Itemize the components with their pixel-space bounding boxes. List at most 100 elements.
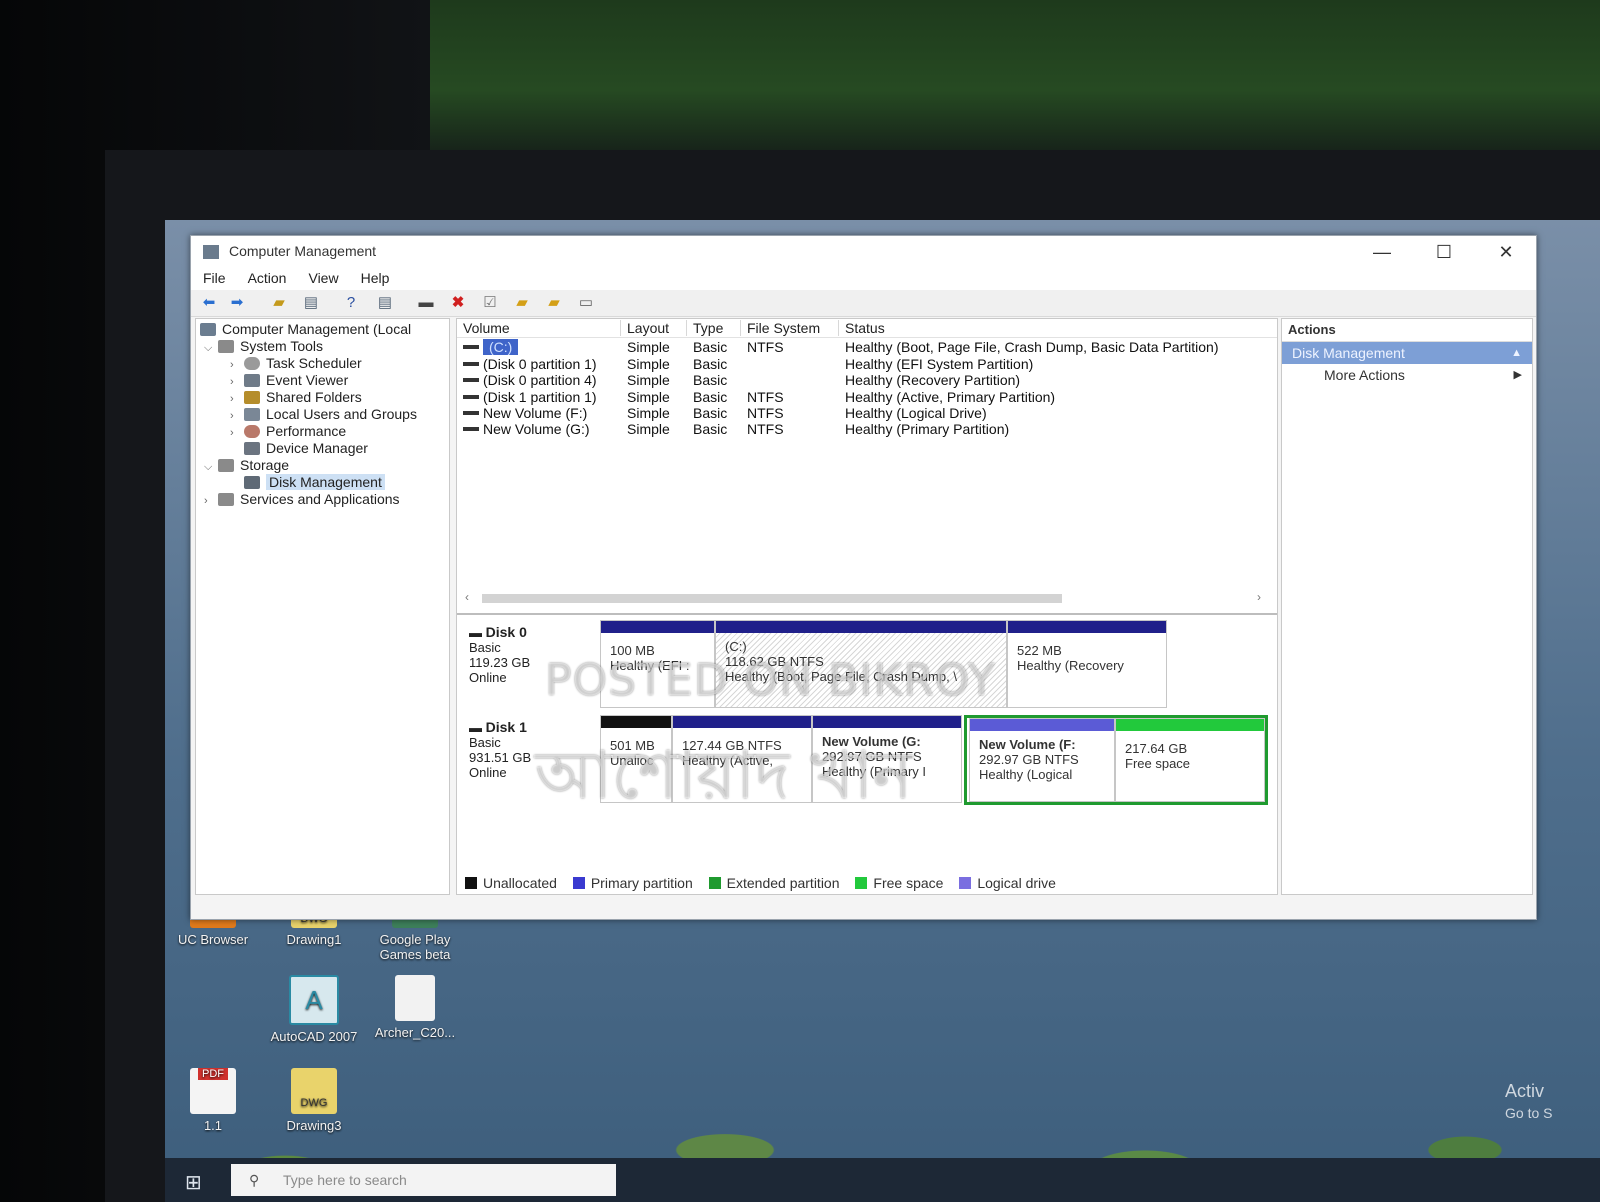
wall-background [430,0,1600,150]
scrollbar-thumb[interactable] [482,594,1062,603]
tree-label: Task Scheduler [266,355,362,371]
desktop-icon-drawing3[interactable]: DWG Drawing3 [268,1068,360,1133]
partition-block[interactable]: 100 MB Healthy (EFI : [600,620,715,708]
actions-disk-management[interactable]: Disk Management ▲ [1282,342,1532,364]
tree-item-device-manager[interactable]: Device Manager [244,440,368,457]
maximize-button[interactable]: ☐ [1413,236,1475,268]
legend-label: Logical drive [977,875,1056,891]
partition-block-selected[interactable]: (C:) 118.62 GB NTFS Healthy (Boot, Page … [715,620,1007,708]
show-hide-tree-icon[interactable]: ▤ [301,294,321,312]
partition-bar [601,716,671,728]
disk-icon[interactable]: ▭ [576,294,596,312]
partition-block[interactable]: 522 MB Healthy (Recovery [1007,620,1167,708]
menu-file[interactable]: File [191,268,236,286]
volume-list-header: Volume Layout Type File System Status [457,319,1277,338]
disk0-info[interactable]: ▬ Disk 0 Basic 119.23 GB Online [469,625,530,686]
pane-splitter[interactable] [457,613,1277,615]
scroll-left-icon[interactable]: ‹ [465,590,469,604]
column-status[interactable]: Status [839,320,1277,336]
volume-type: Basic [693,389,728,405]
volume-row[interactable]: (C:) Simple Basic NTFS Healthy (Boot, Pa… [457,339,1277,355]
partition-block[interactable]: 217.64 GB Free space [1115,718,1265,802]
volume-type: Basic [693,339,728,355]
tree-item-task-scheduler[interactable]: › Task Scheduler [230,355,362,372]
tree-item-services[interactable]: › Services and Applications [204,491,400,508]
chevron-down-icon: ⌵ [204,461,213,473]
partition-block[interactable]: New Volume (G: 292.97 GB NTFS Healthy (P… [812,715,962,803]
up-folder-icon[interactable]: ▰ [269,294,289,312]
column-file-system[interactable]: File System [741,320,839,336]
legend-swatch [855,877,868,889]
partition-bar [813,716,961,728]
help-icon[interactable]: ? [341,294,361,312]
extended-partition-frame[interactable]: New Volume (F: 292.97 GB NTFS Healthy (L… [964,715,1268,805]
volume-row[interactable]: (Disk 0 partition 4) Simple Basic Health… [457,372,1277,388]
tree-item-shared-folders[interactable]: › Shared Folders [230,389,362,406]
start-icon[interactable]: ⊞ [185,1170,202,1195]
check-icon[interactable]: ☑ [480,294,500,312]
volume-row[interactable]: New Volume (F:) Simple Basic NTFS Health… [457,405,1277,421]
tree-label: Event Viewer [266,372,349,388]
taskbar-search-input[interactable]: ⚲ Type here to search [231,1164,616,1196]
back-icon[interactable]: ⬅ [199,294,219,312]
volume-layout: Simple [627,389,670,405]
partition-bar [970,719,1114,731]
tree-item-storage[interactable]: ⌵ Storage [204,457,289,474]
partition-block[interactable]: 127.44 GB NTFS Healthy (Active, [672,715,812,803]
desktop-icon-autocad[interactable]: A AutoCAD 2007 [268,975,360,1044]
pdf-file-icon: PDF [190,1068,236,1114]
tree-label: System Tools [240,338,323,354]
tree-item-event-viewer[interactable]: › Event Viewer [230,372,348,389]
more-actions-item[interactable]: More Actions ▶ [1282,364,1532,386]
menu-help[interactable]: Help [349,268,400,286]
volume-fs: NTFS [747,405,784,421]
column-layout[interactable]: Layout [621,320,687,336]
minimize-button[interactable]: — [1351,236,1413,268]
desktop-icon-label: Archer_C20... [374,1025,456,1040]
volume-layout: Simple [627,405,670,421]
volume-row[interactable]: New Volume (G:) Simple Basic NTFS Health… [457,421,1277,437]
clock-icon [244,357,260,370]
partition-block[interactable]: New Volume (F: 292.97 GB NTFS Healthy (L… [969,718,1115,802]
desktop-icon-pdf[interactable]: PDF 1.1 [167,1068,259,1133]
toolbar: ⬅ ➡ ▰ ▤ ? ▤ ▬ ✖ ☑ ▰ ▰ ▭ [191,290,1536,317]
close-button[interactable]: ✕ [1475,236,1537,268]
partition-size: 501 MB [610,738,655,753]
volume-row[interactable]: (Disk 0 partition 1) Simple Basic Health… [457,356,1277,372]
legend-item: Extended partition [708,875,840,891]
tree-item-local-users[interactable]: › Local Users and Groups [230,406,417,423]
disk-size: 931.51 GB [469,750,532,765]
legend-label: Free space [873,875,944,891]
disk1-info[interactable]: ▬ Disk 1 Basic 931.51 GB Online [469,720,532,781]
column-volume[interactable]: Volume [457,320,621,336]
partition-size: 292.97 GB NTFS [979,752,1079,767]
activate-windows-notice: Activ Go to S [1505,1080,1552,1124]
delete-icon[interactable]: ✖ [448,294,468,312]
volume-layout: Simple [627,339,670,355]
tree-item-system-tools[interactable]: ⌵ System Tools [204,338,323,355]
tree-item-performance[interactable]: › Performance [230,423,346,440]
column-type[interactable]: Type [687,320,741,336]
tree-item-disk-management[interactable]: Disk Management [244,474,385,491]
volume-row[interactable]: (Disk 1 partition 1) Simple Basic NTFS H… [457,389,1277,405]
chevron-up-icon[interactable]: ▲ [1511,342,1522,364]
volume-icon [463,411,479,415]
search-placeholder: Type here to search [283,1172,407,1188]
partition-block[interactable]: 501 MB Unalloc [600,715,672,803]
properties-icon[interactable]: ▤ [375,294,395,312]
partition-text: New Volume (G: 292.97 GB NTFS Healthy (P… [822,734,959,779]
open-folder-icon[interactable]: ▰ [544,294,564,312]
menu-action[interactable]: Action [236,268,297,286]
volume-type: Basic [693,421,728,437]
tree-item-root[interactable]: Computer Management (Local [200,321,411,338]
legend-swatch [465,877,477,889]
forward-icon[interactable]: ➡ [227,294,247,312]
volume-list-horizontal-scrollbar[interactable]: ‹ › [457,589,1277,607]
desktop-icon-archer[interactable]: Archer_C20... [369,975,461,1040]
menu-view[interactable]: View [296,268,348,286]
connect-icon[interactable]: ▬ [416,294,436,312]
scroll-right-icon[interactable]: › [1257,590,1261,604]
title-bar[interactable]: Computer Management — ☐ ✕ [191,236,1536,268]
folder-icon[interactable]: ▰ [512,294,532,312]
taskbar: ⊞ ⚲ Type here to search [165,1158,1600,1202]
